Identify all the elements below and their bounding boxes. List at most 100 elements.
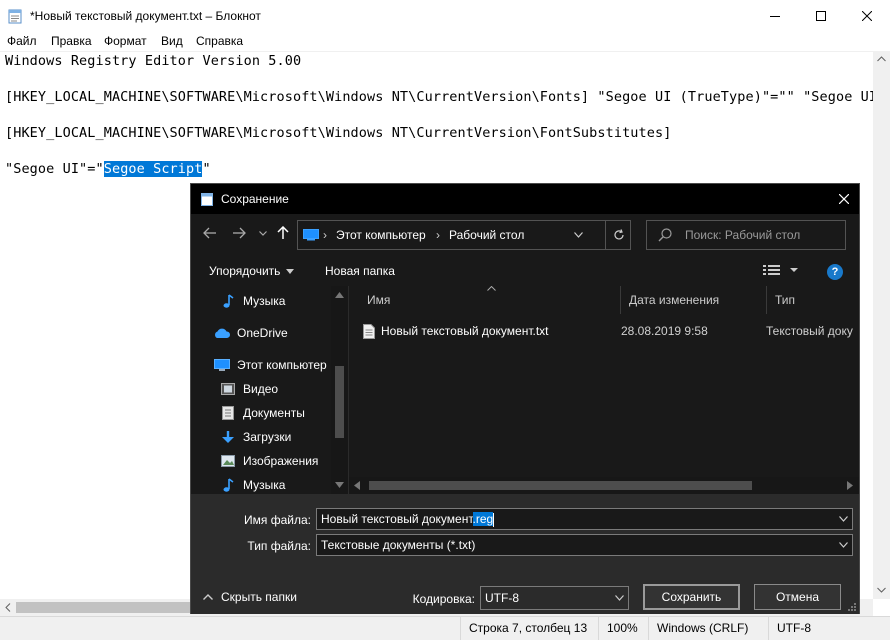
menu-edit[interactable]: Правка: [51, 34, 92, 48]
cloud-icon: [215, 328, 231, 338]
chevron-down-icon[interactable]: [574, 232, 583, 238]
nav-item-downloads[interactable]: Загрузки: [219, 426, 291, 448]
filetype-select[interactable]: Текстовые документы (*.txt): [316, 534, 853, 556]
organize-label: Упорядочить: [209, 264, 281, 278]
back-button[interactable]: [203, 227, 217, 239]
nav-item-music[interactable]: Музыка: [219, 290, 285, 312]
chevron-down-icon[interactable]: [839, 516, 848, 522]
editor-line-1: Windows Registry Editor Version 5.00: [5, 53, 302, 69]
scroll-left-icon[interactable]: [5, 603, 11, 612]
hide-folders-label: Скрыть папки: [221, 590, 297, 604]
file-list-scroll-thumb[interactable]: [369, 481, 752, 490]
scroll-up-icon[interactable]: [335, 292, 344, 298]
filename-input[interactable]: Новый текстовый документ.reg: [316, 508, 853, 530]
close-icon: [862, 10, 872, 21]
status-position: Строка 7, столбец 13: [460, 617, 587, 640]
nav-item-label: Музыка: [243, 294, 286, 308]
scroll-left-icon[interactable]: [354, 481, 360, 490]
breadcrumb-desktop[interactable]: Рабочий стол: [449, 228, 524, 242]
search-box[interactable]: Поиск: Рабочий стол: [646, 220, 846, 250]
refresh-button[interactable]: [605, 221, 631, 249]
video-icon: [221, 383, 235, 395]
refresh-icon: [613, 229, 624, 240]
notepad-titlebar[interactable]: *Новый текстовый документ.txt – Блокнот: [0, 0, 890, 31]
breadcrumb-separator-icon: ›: [323, 228, 327, 242]
search-placeholder: Поиск: Рабочий стол: [685, 228, 801, 242]
editor-line-7: "Segoe UI"="Segoe Script": [5, 161, 211, 177]
file-name: Новый текстовый документ.txt: [381, 324, 549, 338]
text-cursor: [493, 512, 495, 527]
save-dialog: Сохранение › Этот компьютер › Рабочий ст…: [190, 183, 860, 614]
cancel-button[interactable]: Отмена: [754, 584, 841, 610]
column-header-date[interactable]: Дата изменения: [621, 286, 766, 314]
search-icon: [658, 228, 672, 242]
address-bar[interactable]: › Этот компьютер › Рабочий стол: [297, 220, 631, 250]
file-row[interactable]: Новый текстовый документ.txt 28.08.2019 …: [349, 320, 859, 342]
menu-view[interactable]: Вид: [161, 34, 183, 48]
column-header-type[interactable]: Тип: [767, 286, 859, 314]
dialog-toolbar: Упорядочить Новая папка ?: [191, 256, 859, 286]
column-header-name[interactable]: Имя: [359, 286, 619, 314]
minimize-button[interactable]: [752, 0, 798, 31]
maximize-button[interactable]: [798, 0, 844, 31]
encoding-select[interactable]: UTF-8: [480, 586, 629, 610]
navigation-pane-scrollbar[interactable]: [331, 286, 348, 494]
save-button[interactable]: Сохранить: [643, 584, 740, 610]
arrow-left-icon: [203, 227, 216, 239]
file-date: 28.08.2019 9:58: [621, 324, 708, 338]
scroll-down-icon[interactable]: [877, 587, 886, 593]
save-form: Имя файла: Новый текстовый документ.reg …: [191, 494, 859, 614]
status-zoom: 100%: [598, 617, 638, 640]
chevron-down-icon: [615, 595, 624, 601]
breadcrumb-this-pc[interactable]: Этот компьютер: [336, 228, 426, 242]
documents-icon: [222, 406, 234, 420]
menu-help[interactable]: Справка: [196, 34, 243, 48]
dialog-close-button[interactable]: [829, 184, 859, 214]
recent-locations-button[interactable]: [259, 231, 267, 236]
window-title: *Новый текстовый документ.txt – Блокнот: [30, 9, 261, 23]
encoding-value: UTF-8: [485, 591, 519, 605]
pictures-icon: [221, 455, 235, 467]
minimize-icon: [770, 15, 780, 17]
nav-item-label: Загрузки: [243, 430, 292, 444]
help-icon[interactable]: ?: [827, 264, 843, 280]
notepad-app-icon: [8, 9, 22, 24]
file-list[interactable]: Имя Дата изменения Тип Новый текстовый д…: [348, 286, 859, 494]
nav-item-label: Документы: [243, 406, 305, 420]
status-bar: Строка 7, столбец 13 100% Windows (CRLF)…: [0, 616, 890, 640]
hide-folders-button[interactable]: Скрыть папки: [203, 590, 297, 604]
text-file-icon: [363, 324, 375, 339]
filename-selected-extension: .reg: [472, 512, 494, 526]
nav-item-onedrive[interactable]: OneDrive: [213, 322, 288, 344]
new-folder-button[interactable]: Новая папка: [325, 264, 395, 278]
dialog-titlebar[interactable]: Сохранение: [191, 184, 859, 214]
chevron-down-icon: [839, 542, 848, 548]
resize-grip-icon[interactable]: [847, 602, 857, 612]
forward-button[interactable]: [232, 227, 246, 239]
nav-item-music-2[interactable]: Музыка: [219, 474, 285, 494]
music-icon: [223, 478, 234, 492]
nav-item-label: Изображения: [243, 454, 319, 468]
change-view-button[interactable]: [763, 264, 799, 279]
nav-item-pictures[interactable]: Изображения: [219, 450, 318, 472]
scroll-right-icon[interactable]: [847, 481, 853, 490]
close-button[interactable]: [844, 0, 890, 31]
file-list-horizontal-scrollbar[interactable]: [349, 477, 859, 494]
line-suffix: ": [202, 161, 211, 177]
vertical-scrollbar[interactable]: [873, 51, 890, 599]
up-button[interactable]: [277, 226, 289, 240]
nav-item-label: Музыка: [243, 478, 286, 492]
breadcrumb-separator-icon: ›: [436, 228, 440, 242]
menu-file[interactable]: Файл: [7, 34, 37, 48]
organize-button[interactable]: Упорядочить: [209, 264, 294, 278]
nav-item-label: Этот компьютер: [237, 358, 327, 372]
chevron-up-icon: [203, 594, 213, 600]
nav-item-this-pc[interactable]: Этот компьютер: [213, 354, 327, 376]
nav-item-video[interactable]: Видео: [219, 378, 278, 400]
menu-format[interactable]: Формат: [104, 34, 147, 48]
nav-item-documents[interactable]: Документы: [219, 402, 305, 424]
scroll-up-icon[interactable]: [877, 56, 886, 62]
scroll-down-icon[interactable]: [335, 482, 344, 488]
navigation-pane-scroll-thumb[interactable]: [335, 366, 344, 438]
menu-bar: Файл Правка Формат Вид Справка: [0, 31, 890, 51]
